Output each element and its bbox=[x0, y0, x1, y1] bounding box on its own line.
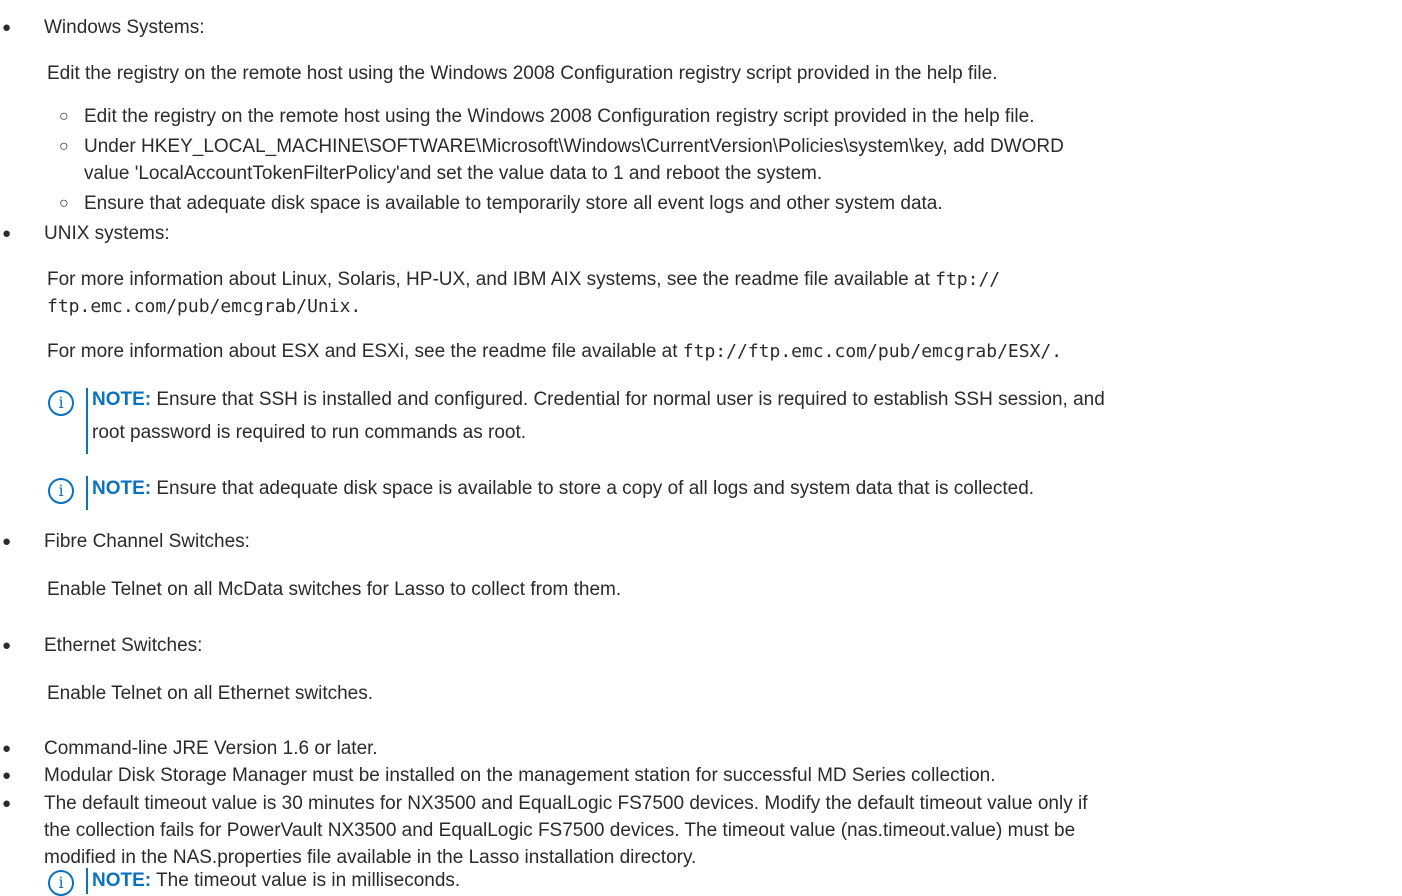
circle-bullet-icon: ○ bbox=[59, 108, 69, 125]
note-label: NOTE: bbox=[92, 870, 152, 891]
info-icon: i bbox=[48, 390, 74, 416]
ethernet-heading: Ethernet Switches: bbox=[44, 635, 203, 656]
bullet-icon: ● bbox=[2, 225, 12, 242]
bullet-icon: ● bbox=[2, 533, 12, 550]
note-label: NOTE: bbox=[92, 478, 152, 499]
note-ssh-line-1: NOTE: Ensure that SSH is installed and c… bbox=[92, 389, 1105, 410]
bullet-icon: ● bbox=[2, 637, 12, 654]
ftp-link-unix[interactable]: ftp:// bbox=[935, 269, 1000, 290]
info-icon: i bbox=[48, 870, 74, 896]
bullet-icon: ● bbox=[2, 740, 12, 757]
note-divider bbox=[86, 868, 88, 894]
unix-paragraph-1-line-1: For more information about Linux, Solari… bbox=[47, 269, 1001, 290]
bullet-icon: ● bbox=[2, 767, 12, 784]
unix-heading: UNIX systems: bbox=[44, 223, 170, 244]
note-divider bbox=[86, 388, 88, 454]
info-icon: i bbox=[48, 478, 74, 504]
circle-bullet-icon: ○ bbox=[59, 195, 69, 212]
circle-bullet-icon: ○ bbox=[59, 138, 69, 155]
fibre-heading: Fibre Channel Switches: bbox=[44, 531, 250, 552]
unix-paragraph-2: For more information about ESX and ESXi,… bbox=[47, 341, 1063, 362]
windows-heading: Windows Systems: bbox=[44, 17, 205, 38]
ethernet-paragraph: Enable Telnet on all Ethernet switches. bbox=[47, 683, 374, 704]
note-disk-space-text: NOTE: Ensure that adequate disk space is… bbox=[92, 478, 1035, 499]
fibre-paragraph: Enable Telnet on all McData switches for… bbox=[47, 579, 622, 600]
sub-item-2-continued: value 'LocalAccountTokenFilterPolicy'and… bbox=[84, 163, 823, 184]
note-ssh: i NOTE: Ensure that SSH is installed and… bbox=[48, 388, 1388, 454]
note-label: NOTE: bbox=[92, 389, 152, 410]
bullet-icon: ● bbox=[2, 19, 12, 36]
document-page: ● Windows Systems: Edit the registry on … bbox=[0, 0, 1402, 896]
note-milliseconds: i NOTE: The timeout value is in millisec… bbox=[48, 868, 1388, 896]
note-milliseconds-text: NOTE: The timeout value is in millisecon… bbox=[92, 870, 461, 891]
windows-paragraph: Edit the registry on the remote host usi… bbox=[47, 63, 998, 84]
note-disk-space: i NOTE: Ensure that adequate disk space … bbox=[48, 476, 1388, 512]
note-divider bbox=[86, 476, 88, 510]
timeout-line-2: the collection fails for PowerVault NX35… bbox=[44, 820, 1076, 841]
bullet-icon: ● bbox=[2, 795, 12, 812]
unix-paragraph-1-line-2[interactable]: ftp.emc.com/pub/emcgrab/Unix. bbox=[47, 293, 361, 321]
note-ssh-line-2: root password is required to run command… bbox=[92, 422, 527, 443]
ftp-link-esx[interactable]: ftp://ftp.emc.com/pub/emcgrab/ESX/. bbox=[683, 341, 1062, 362]
